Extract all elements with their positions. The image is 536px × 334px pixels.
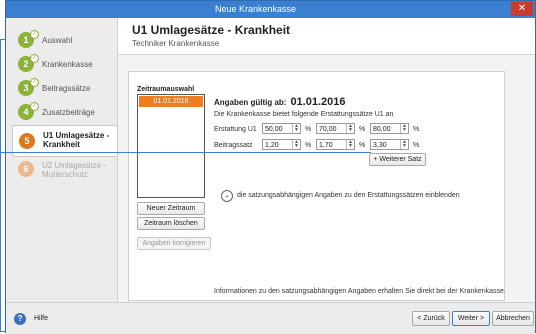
valid-from-date: 01.01.2016	[290, 96, 346, 108]
step-label: Beitragssätze	[42, 84, 91, 93]
step-number-5: 5	[19, 133, 35, 149]
check-icon: ✓	[30, 30, 39, 39]
close-button[interactable]: ✕	[511, 2, 533, 16]
unit-label: %	[359, 126, 366, 133]
check-icon: ✓	[30, 78, 39, 87]
help-label[interactable]: Hilfe	[34, 315, 48, 322]
step-number-6: 6	[18, 161, 34, 177]
spinner-arrows-icon[interactable]: ▲ ▼	[346, 124, 354, 133]
period-list[interactable]: 01.01.2016	[137, 94, 205, 198]
unit-label: %	[413, 142, 420, 149]
chevron-down-icon[interactable]: ⌄	[221, 190, 233, 202]
spinner-arrows-icon[interactable]: ▲ ▼	[292, 140, 300, 149]
check-icon: ✓	[30, 102, 39, 111]
expand-details-text[interactable]: die satzungsabhängigen Angaben zu den Er…	[237, 192, 460, 199]
spinner-arrows-icon[interactable]: ▲ ▼	[292, 124, 300, 133]
unit-label: %	[305, 126, 312, 133]
next-button[interactable]: Weiter >	[452, 311, 490, 326]
help-icon[interactable]: ?	[14, 313, 26, 325]
beitragssatz-field-2[interactable]: 1,70 ▲ ▼	[316, 139, 355, 150]
correct-entries-button[interactable]: Angaben korrigieren	[137, 237, 211, 250]
valid-from: Angaben gültig ab: 01.01.2016	[214, 96, 346, 108]
period-label: Zeitraumauswahl	[137, 86, 195, 93]
wizard-window: Neue Krankenkasse ✕ 1 ✓ Auswahl 2 ✓ Kran…	[5, 0, 536, 334]
beitragssatz-field-1[interactable]: 1,20 ▲ ▼	[262, 139, 301, 150]
footer-bar: ? Hilfe < Zurück Weiter > Abbrechen	[6, 302, 535, 334]
window-title: Neue Krankenkasse	[214, 4, 297, 14]
erstattung-field-2[interactable]: 70,00 ▲ ▼	[316, 123, 355, 134]
callout-line-left	[0, 39, 1, 331]
cancel-button[interactable]: Abbrechen	[492, 311, 534, 326]
unit-label: %	[413, 126, 420, 133]
page-header: U1 Umlagesätze - Krankheit Techniker Kra…	[118, 18, 535, 55]
row-label-beitragssatz: Beitragssatz	[214, 142, 253, 149]
step-beitragssaetze[interactable]: 3 ✓ Beitragssätze	[12, 77, 116, 99]
period-list-item-selected[interactable]: 01.01.2016	[139, 96, 203, 107]
step-label: Krankenkasse	[42, 60, 93, 69]
row-label-erstattung: Erstattung U1	[214, 126, 257, 133]
spinner-arrows-icon[interactable]: ▲ ▼	[400, 124, 408, 133]
step-label: Zusatzbeiträge	[42, 108, 95, 117]
title-bar: Neue Krankenkasse ✕	[6, 1, 535, 18]
add-rate-button[interactable]: + Weiterer Satz	[369, 153, 426, 166]
callout-line-middle	[0, 152, 371, 153]
unit-label: %	[305, 142, 312, 149]
erstattung-field-1[interactable]: 50,00 ▲ ▼	[262, 123, 301, 134]
step-label: U2 Umlagesätze - Mutterschutz	[42, 161, 106, 179]
delete-period-button[interactable]: Zeitraum löschen	[137, 217, 205, 230]
step-krankenkasse[interactable]: 2 ✓ Krankenkasse	[12, 53, 116, 75]
page-subtitle: Techniker Krankenkasse	[132, 39, 220, 48]
step-u2-umlagesaetze[interactable]: 6 U2 Umlagesätze - Mutterschutz	[12, 158, 116, 180]
step-auswahl[interactable]: 1 ✓ Auswahl	[12, 29, 116, 51]
footnote-text: Informationen zu den satzungsabhängigen …	[214, 288, 506, 295]
step-label-line2: Mutterschutz	[42, 170, 88, 179]
unit-label: %	[359, 142, 366, 149]
spinner-arrows-icon[interactable]: ▲ ▼	[400, 140, 408, 149]
page-title: U1 Umlagesätze - Krankheit	[132, 23, 291, 37]
step-label: U1 Umlagesätze - Krankheit	[43, 131, 109, 149]
step-zusatzbeitraege[interactable]: 4 ✓ Zusatzbeiträge	[12, 101, 116, 123]
spinner-arrows-icon[interactable]: ▲ ▼	[346, 140, 354, 149]
wizard-steps-sidebar: 1 ✓ Auswahl 2 ✓ Krankenkasse 3 ✓ Beitrag…	[6, 18, 118, 302]
valid-from-label: Angaben gültig ab:	[214, 98, 287, 107]
step-label: Auswahl	[42, 36, 73, 45]
new-period-button[interactable]: Neuer Zeitraum	[137, 202, 205, 215]
info-text: Die Krankenkasse bietet folgende Erstatt…	[214, 111, 394, 118]
beitragssatz-field-3[interactable]: 3,30 ▲ ▼	[370, 139, 409, 150]
erstattung-field-3[interactable]: 80,00 ▲ ▼	[370, 123, 409, 134]
step-label-line2: Krankheit	[43, 140, 80, 149]
check-icon: ✓	[30, 54, 39, 63]
step-label-line1: U1 Umlagesätze -	[43, 131, 110, 140]
step-label-line1: U2 Umlagesätze -	[42, 161, 107, 170]
back-button[interactable]: < Zurück	[412, 311, 450, 326]
